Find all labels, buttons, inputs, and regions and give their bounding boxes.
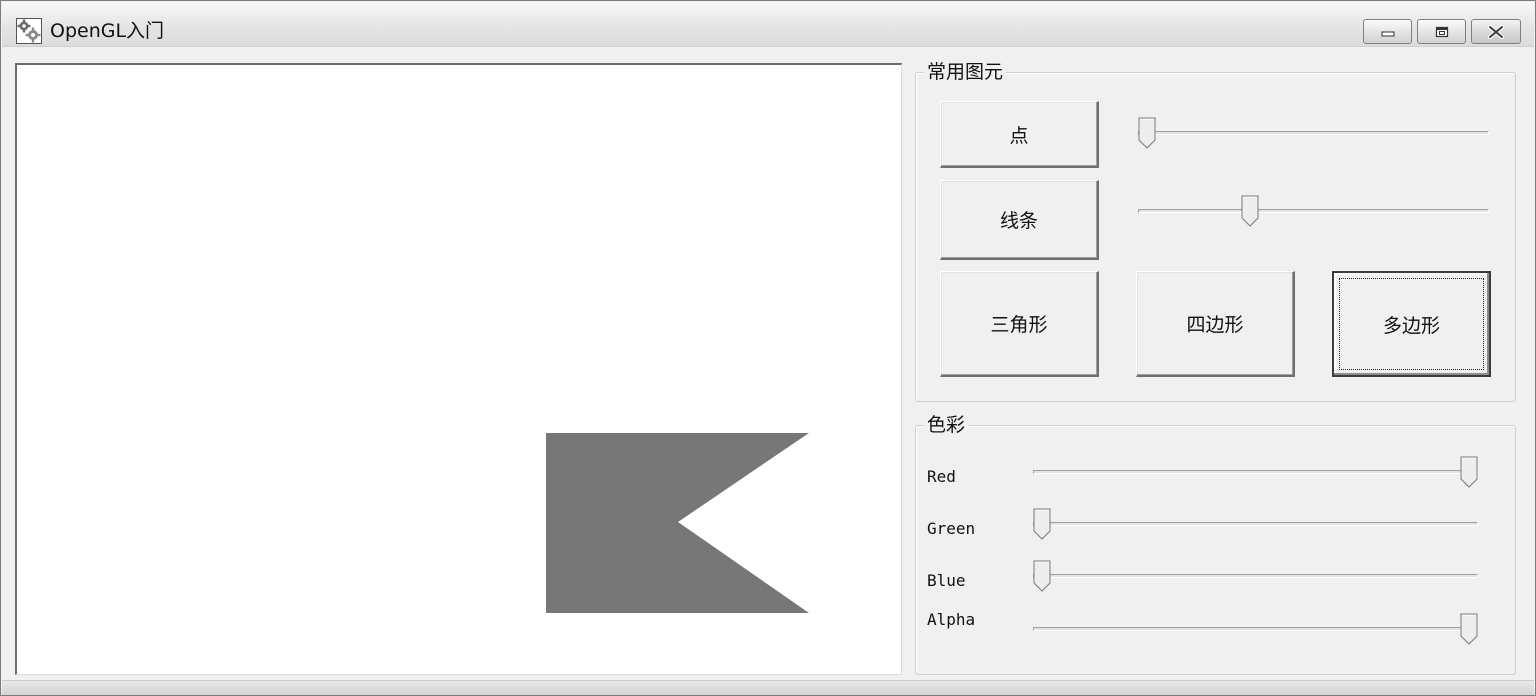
- slider-thumb[interactable]: [1460, 456, 1478, 488]
- green-slider[interactable]: [1033, 504, 1478, 544]
- opengl-canvas[interactable]: [15, 63, 902, 675]
- slider-thumb[interactable]: [1460, 613, 1478, 645]
- alpha-label: Alpha: [927, 610, 976, 629]
- line-button-label: 线条: [999, 210, 1038, 232]
- minimize-icon: [1381, 31, 1394, 36]
- alpha-slider[interactable]: [1033, 609, 1478, 649]
- primitives-group-title: 常用图元: [924, 61, 1007, 83]
- window-title: OpenGL入门: [50, 20, 165, 42]
- slider-thumb[interactable]: [1033, 560, 1051, 592]
- quad-button[interactable]: 四边形: [1136, 271, 1295, 377]
- line-button[interactable]: 线条: [940, 180, 1099, 260]
- line-width-slider[interactable]: [1138, 191, 1489, 231]
- render-surface: [546, 433, 809, 613]
- slider-track: [1033, 522, 1478, 526]
- triangle-button-label: 三角形: [990, 314, 1048, 336]
- slider-track: [1033, 574, 1478, 578]
- main-window: OpenGL入门 常用图元 点 线条 三角形 四边形 多边形 色彩 Red Gr…: [0, 0, 1536, 696]
- point-button[interactable]: 点: [940, 101, 1099, 168]
- slider-track: [1138, 209, 1489, 213]
- green-label: Green: [927, 519, 976, 538]
- slider-thumb[interactable]: [1241, 195, 1259, 227]
- title-bar[interactable]: OpenGL入门: [2, 2, 1534, 47]
- quad-button-label: 四边形: [1186, 314, 1244, 336]
- red-label: Red: [927, 467, 956, 486]
- polygon-button-label: 多边形: [1382, 314, 1440, 337]
- close-button[interactable]: [1471, 19, 1521, 44]
- slider-track: [1033, 627, 1478, 631]
- window-bottom-edge: [2, 680, 1534, 695]
- red-slider[interactable]: [1033, 452, 1478, 492]
- blue-slider[interactable]: [1033, 556, 1478, 596]
- rendered-polygon: [546, 433, 809, 613]
- maximize-icon: [1435, 26, 1448, 37]
- maximize-button[interactable]: [1417, 19, 1466, 44]
- slider-track: [1138, 131, 1489, 135]
- close-icon: [1488, 24, 1504, 39]
- point-button-label: 点: [1009, 124, 1029, 147]
- polygon-button[interactable]: 多边形: [1332, 271, 1491, 377]
- blue-label: Blue: [927, 571, 966, 590]
- slider-thumb[interactable]: [1138, 117, 1156, 149]
- slider-thumb[interactable]: [1033, 508, 1051, 540]
- triangle-button[interactable]: 三角形: [940, 271, 1099, 377]
- point-size-slider[interactable]: [1138, 113, 1489, 153]
- color-group-title: 色彩: [924, 414, 969, 436]
- slider-track: [1033, 470, 1478, 474]
- minimize-button[interactable]: [1363, 19, 1412, 44]
- app-gear-icon: [16, 18, 42, 44]
